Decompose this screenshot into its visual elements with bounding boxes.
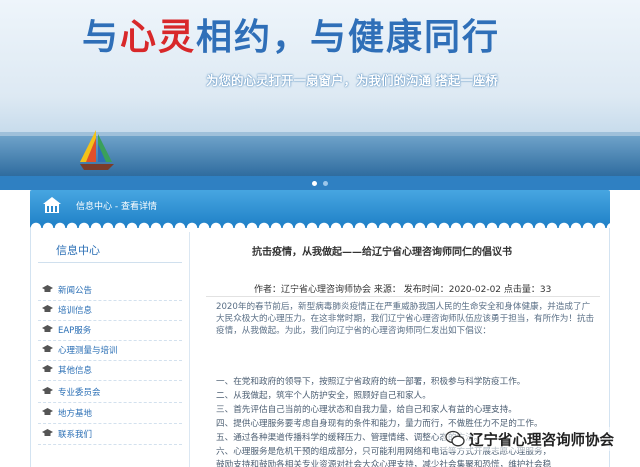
banner-slogan: 与心灵相约，与健康同行: [82, 8, 500, 60]
scallop-edge: [30, 216, 610, 228]
sidebar-item-eap[interactable]: EAP服务: [38, 321, 182, 341]
header-banner: 与心灵相约，与健康同行 为您的心灵打开一扇窗户，为我们的沟通 搭起一座桥: [0, 0, 640, 176]
sidebar-item-other[interactable]: 其他信息: [38, 361, 182, 381]
sidebar-item-training[interactable]: 培训信息: [38, 301, 182, 321]
wechat-icon: [445, 430, 465, 447]
article-list-item: 三、首先评估自己当前的心理状态和自我力量，给自己和家人有益的心理支持。: [216, 405, 517, 415]
page: 与心灵相约，与健康同行 为您的心灵打开一扇窗户，为我们的沟通 搭起一座桥 信息中…: [0, 0, 640, 467]
graduation-cap-icon: [42, 305, 53, 312]
article-divider: [206, 296, 600, 297]
watermark-text: 辽宁省心理咨询师协会: [469, 433, 614, 449]
sidebar-item-label: 联系我们: [58, 430, 93, 440]
banner-subslogan: 为您的心灵打开一扇窗户，为我们的沟通 搭起一座桥: [206, 73, 498, 88]
sidebar-item-label: 专业委员会: [58, 388, 101, 398]
graduation-cap-icon: [42, 325, 53, 332]
slider-dot-2[interactable]: [323, 181, 328, 186]
article-list-item: 鼓励支持和鼓励各相关专业资源对社会大众心理支持，减少社会集聚和恐慌，维护社会稳: [216, 460, 552, 467]
graduation-cap-icon: [42, 365, 53, 372]
slogan-part1: 与: [82, 17, 121, 58]
sailboat-icon: [80, 130, 114, 170]
wechat-watermark: 辽宁省心理咨询师协会: [443, 427, 623, 451]
graduation-cap-icon: [42, 408, 53, 415]
sidebar-item-label: 其他信息: [58, 366, 93, 376]
sidebar-item-label: 心理测量与培训: [58, 346, 118, 356]
breadcrumb: 信息中心 - 查看详情: [76, 202, 157, 212]
sidebar-item-bases[interactable]: 地方基地: [38, 404, 182, 424]
article-list-item: 二、从我做起，筑牢个人防护安全，照顾好自己和家人。: [216, 391, 431, 401]
sidebar-item-news[interactable]: 新闻公告: [38, 281, 182, 301]
graduation-cap-icon: [42, 429, 53, 436]
slogan-red: 心灵: [120, 17, 197, 58]
sidebar-title: 信息中心: [56, 244, 100, 257]
article-paragraph: 2020年的春节前后，新型病毒肺炎疫情正在严重威胁我国人民的生命安全和身体健康，…: [216, 302, 595, 337]
graduation-cap-icon: [42, 387, 53, 394]
slider-dot-1[interactable]: [312, 181, 317, 186]
sidebar-item-contact[interactable]: 联系我们: [38, 425, 182, 445]
article-list-item: 一、在党和政府的领导下，按照辽宁省政府的统一部署，积极参与科学防疫工作。: [216, 377, 526, 387]
banner-slider-bar: [0, 176, 640, 190]
sidebar-item-label: 培训信息: [58, 306, 93, 316]
sidebar-item-label: EAP服务: [58, 326, 92, 336]
sidebar-item-committee[interactable]: 专业委员会: [38, 383, 182, 403]
article-meta: 作者：辽宁省心理咨询师协会 来源： 发布时间：2020-02-02 点击量：33: [254, 285, 552, 295]
sidebar-divider: [38, 262, 182, 263]
graduation-cap-icon: [42, 285, 53, 292]
article-title: 抗击疫情，从我做起——给辽宁省心理咨询师同仁的倡议书: [252, 247, 512, 258]
slogan-part2: 相约，与健康同行: [196, 17, 501, 58]
home-icon: [43, 197, 61, 213]
sidebar-item-label: 地方基地: [58, 409, 93, 419]
sidebar-item-measurement[interactable]: 心理测量与培训: [38, 341, 182, 361]
sidebar-item-label: 新闻公告: [58, 286, 93, 296]
graduation-cap-icon: [42, 345, 53, 352]
